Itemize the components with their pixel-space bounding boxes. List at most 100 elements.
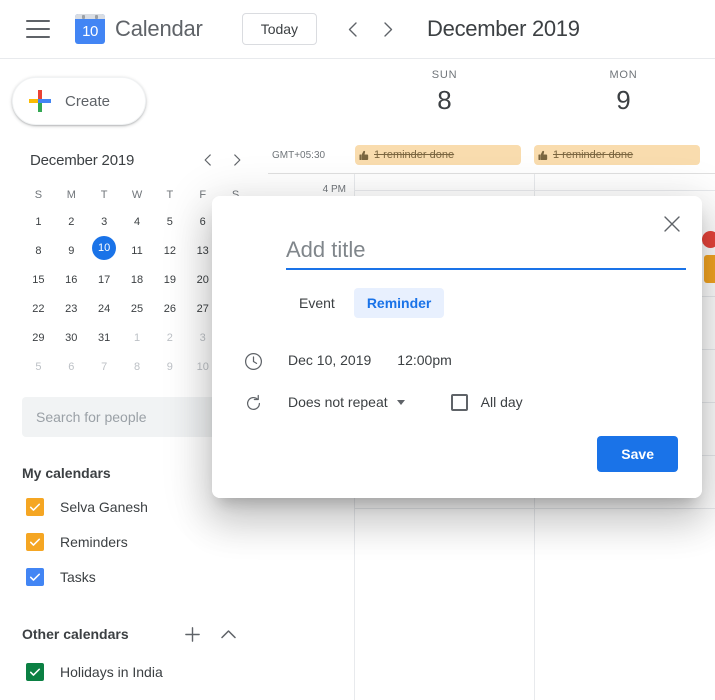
other-calendars-heading: Other calendars: [22, 622, 244, 646]
calendar-logo-day: 10: [82, 23, 98, 40]
calendar-checkbox[interactable]: [26, 497, 44, 516]
mini-calendar-day[interactable]: 5: [22, 352, 55, 381]
my-calendar-item[interactable]: Tasks: [0, 559, 268, 594]
reminder-chip[interactable]: 1 reminder done: [355, 145, 521, 165]
other-calendars-list: Holidays in India: [0, 654, 268, 689]
mini-calendar-dow: T: [100, 189, 108, 201]
tab-reminder[interactable]: Reminder: [353, 288, 445, 318]
mini-calendar-day[interactable]: 31: [88, 323, 121, 352]
mini-calendar-day-selected[interactable]: 10: [92, 236, 117, 260]
search-people-input[interactable]: [22, 397, 244, 437]
mini-calendar-day[interactable]: 9: [153, 352, 186, 381]
chevron-down-icon: [396, 399, 405, 405]
check-icon: [29, 572, 41, 581]
plus-icon: [29, 90, 51, 112]
time-button[interactable]: 12:00pm: [395, 348, 453, 372]
reminder-chip[interactable]: 1 reminder done: [534, 145, 700, 165]
mini-calendar-day[interactable]: 1: [121, 323, 154, 352]
my-calendars-list: Selva Ganesh Reminders Tasks: [0, 489, 268, 594]
mini-calendar-day[interactable]: 11: [121, 236, 154, 265]
mini-calendar-dow: M: [66, 189, 76, 201]
current-period-label: December 2019: [427, 16, 580, 41]
mini-calendar-day[interactable]: 4: [121, 207, 154, 236]
mini-calendar-day[interactable]: 19: [153, 265, 186, 294]
mini-calendar-day[interactable]: 3: [88, 207, 121, 236]
repeat-dropdown[interactable]: Does not repeat: [286, 390, 407, 414]
mini-calendar-day[interactable]: 2: [55, 207, 88, 236]
mini-calendar-day[interactable]: 8: [22, 236, 55, 265]
reminder-hand-icon: [359, 150, 369, 161]
mini-calendar-day[interactable]: 15: [22, 265, 55, 294]
mini-calendar-day[interactable]: 23: [55, 294, 88, 323]
mini-calendar-day[interactable]: 7: [88, 352, 121, 381]
chevron-up-icon: [220, 630, 236, 639]
timezone-label: GMT+05:30: [272, 150, 326, 161]
mini-calendar-next-button[interactable]: [222, 145, 252, 175]
chevron-left-icon: [348, 21, 357, 37]
chevron-left-icon: [204, 154, 211, 166]
calendar-name: Tasks: [60, 568, 96, 585]
mini-calendar-day[interactable]: 1: [22, 207, 55, 236]
mini-calendar-day[interactable]: 5: [153, 207, 186, 236]
create-reminder-dialog: Event Reminder Dec 10, 2019 12:00pm Does…: [212, 196, 702, 498]
mini-calendar-day[interactable]: 9: [55, 236, 88, 265]
calendar-name: Reminders: [60, 533, 128, 550]
day-headers: SUN 8 MON 9: [268, 59, 715, 146]
repeat-row: Does not repeat All day: [286, 390, 523, 414]
calendar-checkbox[interactable]: [26, 567, 44, 586]
hamburger-icon[interactable]: [26, 20, 50, 38]
check-icon: [29, 537, 41, 546]
title-input[interactable]: [286, 232, 686, 270]
chevron-right-icon: [383, 21, 392, 37]
day-header-sun[interactable]: SUN 8: [355, 69, 534, 116]
clock-icon: [242, 350, 264, 372]
hour-gridline: [354, 190, 715, 191]
check-icon: [29, 502, 41, 511]
previous-period-button[interactable]: [335, 12, 369, 46]
event-chip-partial: [704, 255, 715, 283]
tab-event[interactable]: Event: [286, 288, 348, 318]
collapse-other-calendars-button[interactable]: [216, 622, 240, 646]
mini-calendar-day[interactable]: 30: [55, 323, 88, 352]
create-button[interactable]: Create: [12, 77, 146, 125]
mini-calendar-dow: T: [166, 189, 174, 201]
mini-calendar-header: December 2019: [0, 147, 268, 173]
close-icon: [664, 216, 680, 232]
calendar-app: 10 Calendar Today December 2019 Create D…: [0, 0, 715, 700]
next-period-button[interactable]: [371, 12, 405, 46]
mini-calendar-day[interactable]: 17: [88, 265, 121, 294]
mini-calendar-day[interactable]: 8: [121, 352, 154, 381]
checkbox-box: [450, 393, 468, 411]
mini-calendar-dow: S: [34, 189, 43, 201]
mini-calendar-day[interactable]: 26: [153, 294, 186, 323]
mini-calendar-day[interactable]: 24: [88, 294, 121, 323]
other-calendar-item[interactable]: Holidays in India: [0, 654, 268, 689]
date-button[interactable]: Dec 10, 2019: [286, 348, 373, 372]
plus-icon: [184, 626, 200, 642]
mini-calendar-day[interactable]: 12: [153, 236, 186, 265]
reminder-chip-label: 1 reminder done: [374, 149, 455, 161]
when-row: Dec 10, 2019 12:00pm: [286, 348, 454, 372]
calendar-checkbox[interactable]: [26, 532, 44, 551]
mini-calendar-prev-button[interactable]: [192, 145, 222, 175]
calendar-checkbox[interactable]: [26, 662, 44, 681]
my-calendar-item[interactable]: Reminders: [0, 524, 268, 559]
mini-calendar-day[interactable]: 18: [121, 265, 154, 294]
mini-calendar-day[interactable]: 25: [121, 294, 154, 323]
save-button[interactable]: Save: [597, 436, 678, 472]
create-button-label: Create: [65, 92, 111, 110]
mini-calendar-day[interactable]: 16: [55, 265, 88, 294]
mini-calendar-day[interactable]: 6: [55, 352, 88, 381]
calendar-name: Selva Ganesh: [60, 498, 148, 515]
today-button[interactable]: Today: [241, 13, 318, 45]
add-other-calendar-button[interactable]: [180, 622, 204, 646]
mini-calendar-day[interactable]: 2: [153, 323, 186, 352]
day-of-week-label: SUN: [431, 69, 458, 81]
mini-calendar-day[interactable]: 29: [22, 323, 55, 352]
mini-calendar-day[interactable]: 22: [22, 294, 55, 323]
all-day-checkbox[interactable]: All day: [450, 393, 523, 411]
reminder-chip-label: 1 reminder done: [553, 149, 634, 161]
day-header-mon[interactable]: MON 9: [534, 69, 713, 116]
my-calendars-heading: My calendars: [22, 465, 244, 481]
check-icon: [29, 667, 41, 676]
